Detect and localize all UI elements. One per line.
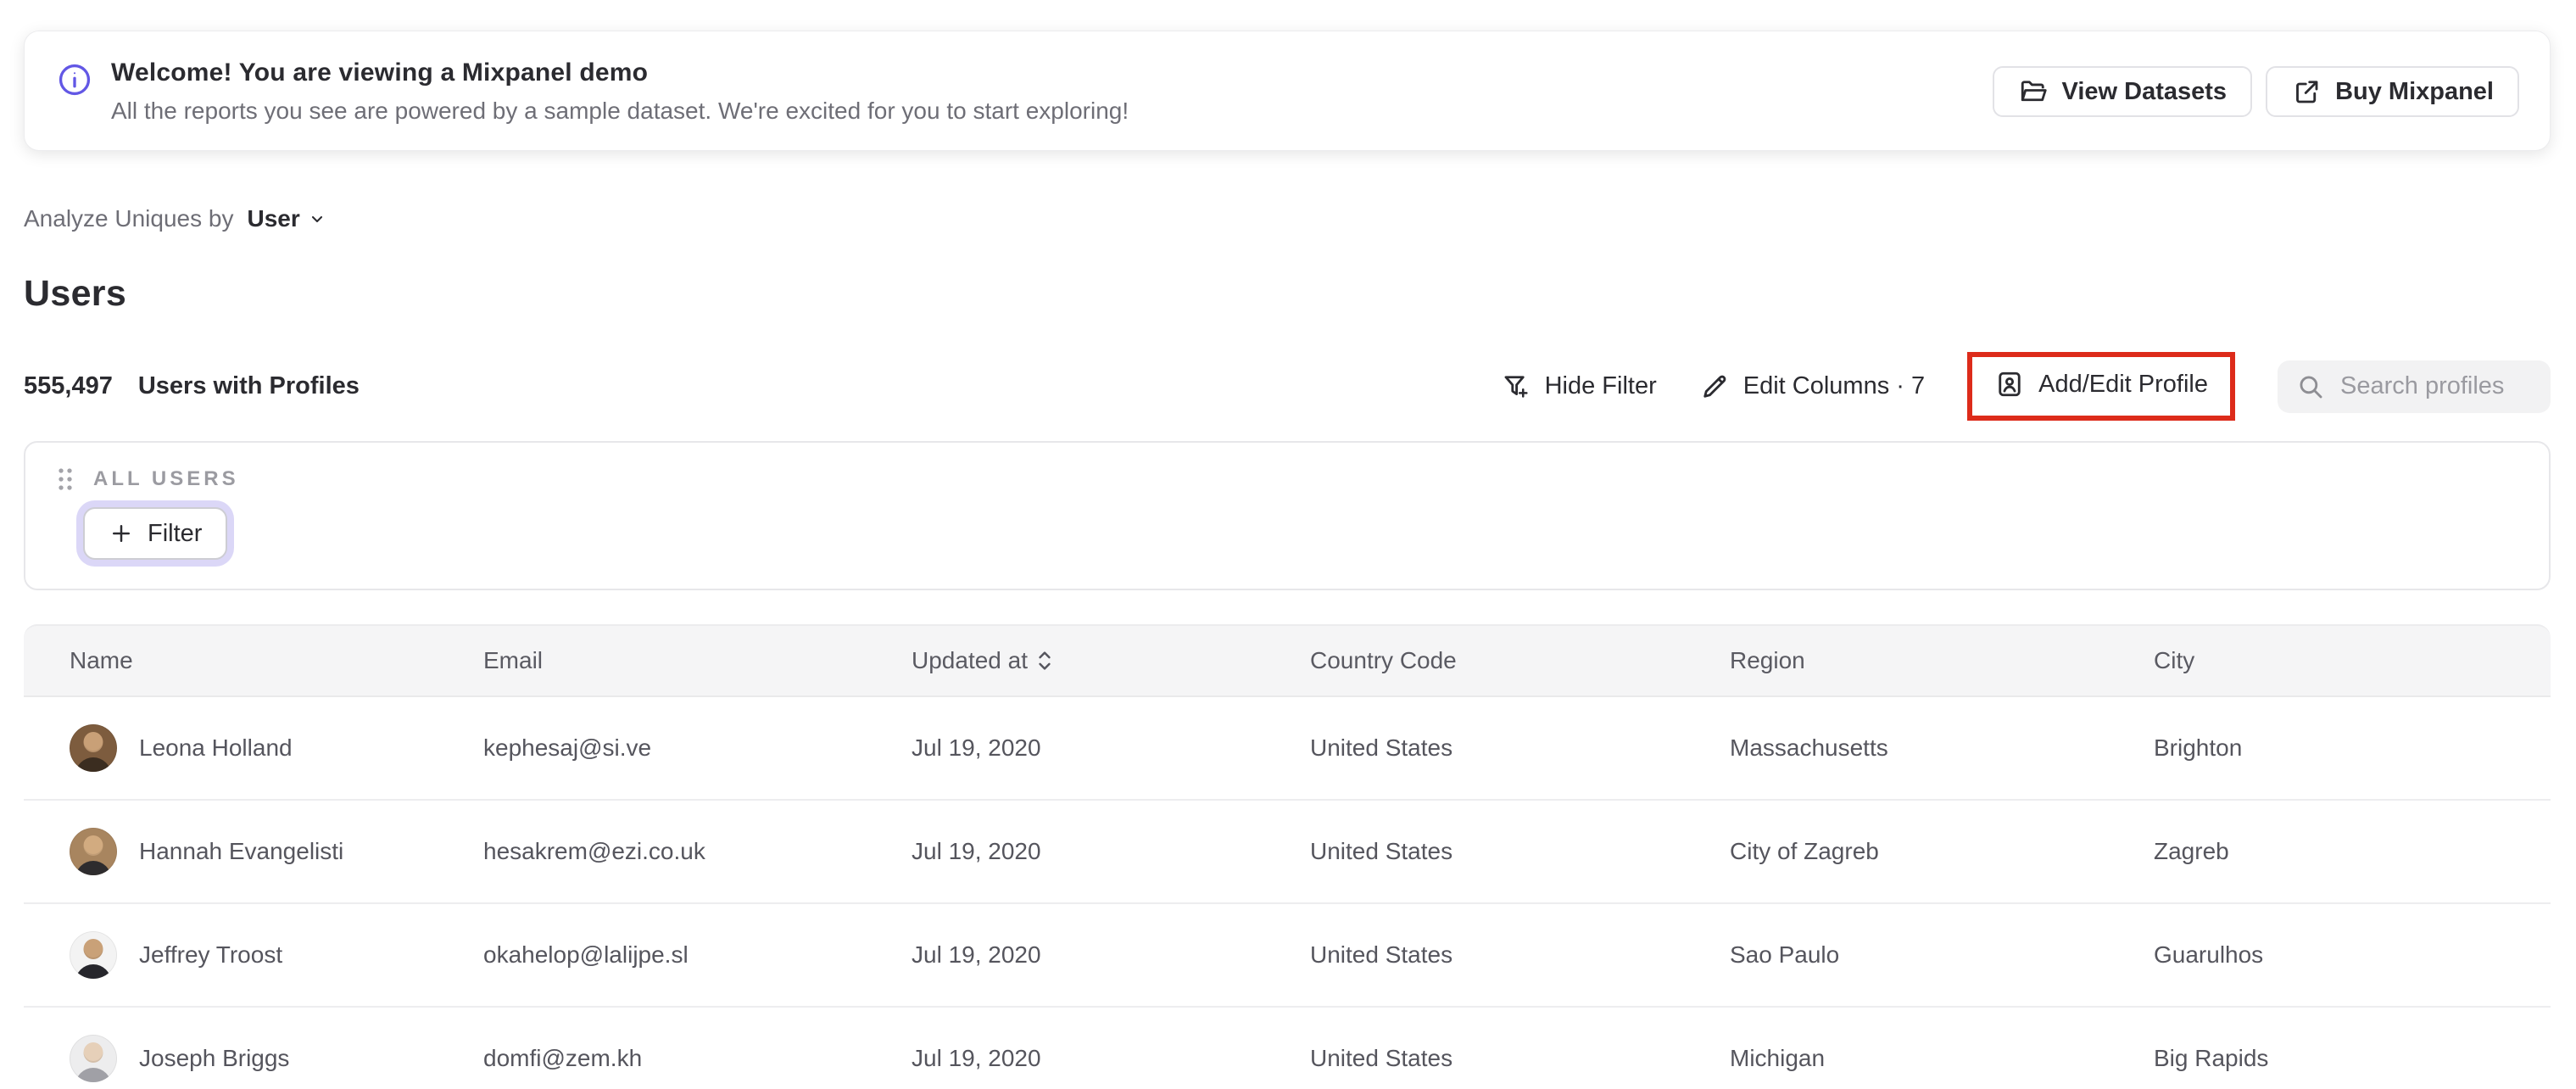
banner-title: Welcome! You are viewing a Mixpanel demo — [111, 59, 649, 87]
plus-icon — [109, 521, 134, 546]
users-page: Welcome! You are viewing a Mixpanel demo… — [0, 0, 2576, 1089]
page-title: Users — [24, 273, 127, 314]
region-cell: Sao Paulo — [1730, 941, 1840, 968]
chevron-down-icon — [307, 209, 327, 229]
city-cell: Zagreb — [2154, 838, 2229, 864]
edit-columns-label: Edit Columns · 7 — [1742, 372, 1926, 399]
name-cell: Jeffrey Troost — [70, 931, 483, 979]
email-cell: okahelop@lalijpe.sl — [483, 941, 689, 968]
column-header-label: Region — [1730, 647, 1805, 673]
add-filter-button[interactable]: Filter — [83, 507, 228, 560]
demo-banner: Welcome! You are viewing a Mixpanel demo… — [24, 31, 2551, 151]
column-header-label: Country Code — [1310, 647, 1457, 673]
profiles-table: Name Email Updated at Country Code Regio… — [24, 624, 2551, 1089]
tutorial-highlight-box: Add/Edit Profile — [1967, 352, 2235, 421]
country-cell: United States — [1310, 1045, 1453, 1071]
region-cell: Michigan — [1730, 1045, 1826, 1071]
column-header-label: City — [2154, 647, 2195, 673]
name-cell: Joseph Briggs — [70, 1035, 483, 1082]
funnel-plus-icon — [1501, 371, 1531, 402]
country-cell: United States — [1310, 734, 1453, 761]
country-cell: United States — [1310, 941, 1453, 968]
region-cell: City of Zagreb — [1730, 838, 1879, 864]
view-datasets-button[interactable]: View Datasets — [1992, 66, 2253, 117]
add-filter-label: Filter — [148, 519, 203, 547]
avatar — [70, 1035, 117, 1082]
table-row[interactable]: Joseph Briggs domfi@zem.kh Jul 19, 2020 … — [24, 1008, 2551, 1089]
region-cell: Massachusetts — [1730, 734, 1888, 761]
table-row[interactable]: Hannah Evangelisti hesakrem@ezi.co.uk Ju… — [24, 801, 2551, 904]
profile-badge-icon — [1994, 369, 2025, 399]
country-cell: United States — [1310, 838, 1453, 864]
search-profiles-input[interactable] — [2340, 372, 2532, 400]
user-name: Jeffrey Troost — [139, 941, 283, 968]
analyze-by-dropdown[interactable]: User — [242, 202, 332, 236]
analyze-label: Analyze Uniques by — [24, 205, 234, 232]
column-header-label: Email — [483, 647, 544, 673]
column-header-label: Name — [70, 647, 133, 673]
buy-mixpanel-button[interactable]: Buy Mixpanel — [2266, 66, 2519, 117]
name-cell: Leona Holland — [70, 724, 483, 772]
search-icon — [2296, 372, 2325, 401]
table-row[interactable]: Jeffrey Troost okahelop@lalijpe.sl Jul 1… — [24, 904, 2551, 1008]
email-cell: kephesaj@si.ve — [483, 734, 652, 761]
column-header-label: Updated at — [912, 647, 1028, 673]
profiles-count-number: 555,497 — [24, 372, 113, 399]
email-cell: domfi@zem.kh — [483, 1045, 643, 1071]
table-row[interactable]: Leona Holland kephesaj@si.ve Jul 19, 202… — [24, 697, 2551, 801]
analyze-row: Analyze Uniques by User — [24, 202, 2551, 236]
user-name: Hannah Evangelisti — [139, 838, 344, 864]
name-cell: Hannah Evangelisti — [70, 828, 483, 875]
banner-text-block: Welcome! You are viewing a Mixpanel demo… — [111, 59, 1129, 125]
profiles-count-label: Users with Profiles — [137, 372, 360, 399]
profiles-count: 555,497 Users with Profiles — [24, 372, 360, 400]
info-icon — [57, 62, 92, 98]
updated-at-cell: Jul 19, 2020 — [912, 1045, 1041, 1071]
email-cell: hesakrem@ezi.co.uk — [483, 838, 705, 864]
edit-columns-button[interactable]: Edit Columns · 7 — [1699, 371, 1925, 402]
filter-group-header: ALL USERS — [54, 466, 2518, 492]
buy-mixpanel-label: Buy Mixpanel — [2335, 77, 2494, 105]
avatar — [70, 931, 117, 979]
count-toolbar-row: 555,497 Users with Profiles Hide Filter — [24, 352, 2551, 421]
hide-filter-label: Hide Filter — [1544, 372, 1657, 399]
column-header-updated-at[interactable]: Updated at — [912, 647, 1310, 674]
column-header-email[interactable]: Email — [483, 647, 912, 674]
table-header-row: Name Email Updated at Country Code Regio… — [24, 624, 2551, 697]
city-cell: Big Rapids — [2154, 1045, 2269, 1071]
banner-message: Welcome! You are viewing a Mixpanel demo… — [57, 59, 1129, 125]
filter-group-label: ALL USERS — [93, 467, 239, 490]
filter-panel: ALL USERS Filter — [24, 441, 2551, 590]
avatar — [70, 828, 117, 875]
external-link-icon — [2291, 76, 2322, 107]
updated-at-cell: Jul 19, 2020 — [912, 838, 1041, 864]
updated-at-cell: Jul 19, 2020 — [912, 734, 1041, 761]
pencil-icon — [1699, 371, 1730, 402]
sort-icon[interactable] — [1036, 649, 1053, 673]
user-name: Leona Holland — [139, 734, 293, 761]
add-edit-profile-button[interactable]: Add/Edit Profile — [1994, 369, 2208, 399]
user-name: Joseph Briggs — [139, 1045, 290, 1071]
analyze-selected-value: User — [247, 205, 300, 232]
hide-filter-button[interactable]: Hide Filter — [1501, 371, 1657, 402]
city-cell: Guarulhos — [2154, 941, 2264, 968]
banner-actions: View Datasets Buy Mixpanel — [1992, 66, 2519, 117]
city-cell: Brighton — [2154, 734, 2243, 761]
column-header-country-code[interactable]: Country Code — [1310, 647, 1730, 674]
search-profiles-box[interactable] — [2278, 360, 2551, 413]
add-edit-profile-label: Add/Edit Profile — [2038, 370, 2208, 398]
updated-at-cell: Jul 19, 2020 — [912, 941, 1041, 968]
folder-icon — [2018, 76, 2049, 107]
view-datasets-label: View Datasets — [2061, 77, 2228, 105]
column-header-name[interactable]: Name — [70, 647, 483, 674]
banner-subtitle: All the reports you see are powered by a… — [111, 98, 1129, 124]
column-header-city[interactable]: City — [2154, 647, 2551, 674]
drag-handle-icon[interactable] — [54, 466, 76, 492]
toolbar: Hide Filter Edit Columns · 7 Add/Edit Pr… — [1501, 352, 2551, 421]
avatar — [70, 724, 117, 772]
column-header-region[interactable]: Region — [1730, 647, 2154, 674]
